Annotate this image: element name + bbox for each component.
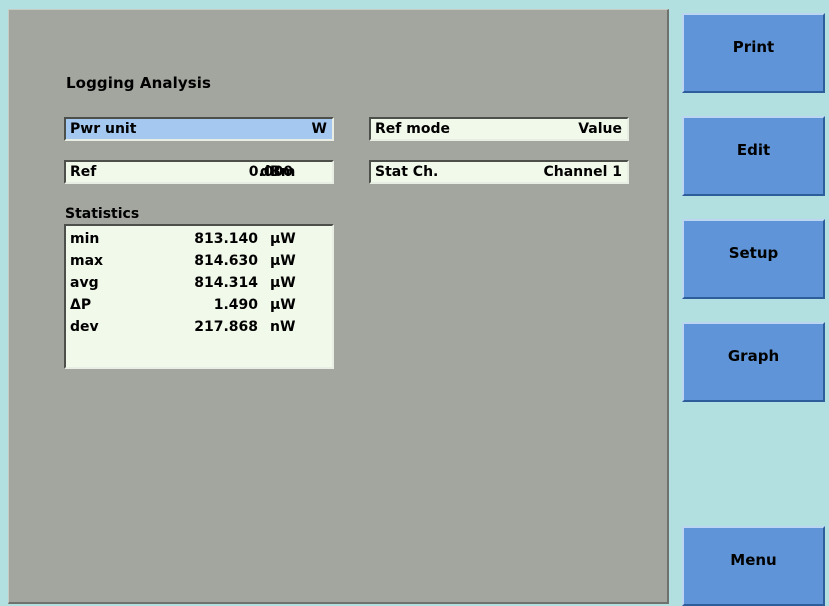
stat-value: 814.314	[194, 275, 258, 291]
statistics-table: min 813.140 µW max 814.630 µW avg 814.31…	[64, 224, 334, 369]
stat-name: dev	[70, 319, 99, 335]
stat-unit: µW	[270, 231, 296, 247]
stat-value: 217.868	[194, 319, 258, 335]
print-button-label: Print	[732, 38, 775, 56]
ref-mode-value: Value	[578, 121, 622, 137]
stat-row-avg: avg 814.314 µW	[66, 272, 332, 294]
stat-ch-label: Stat Ch.	[375, 164, 439, 180]
pwr-unit-label: Pwr unit	[70, 121, 137, 137]
edit-button-label: Edit	[736, 141, 771, 159]
stat-unit: µW	[270, 275, 296, 291]
stat-row-min: min 813.140 µW	[66, 228, 332, 250]
statistics-label: Statistics	[65, 206, 140, 222]
stat-name: avg	[70, 275, 99, 291]
stat-unit: nW	[270, 319, 296, 335]
menu-button[interactable]: Menu	[682, 526, 825, 606]
stat-ch-value: Channel 1	[543, 164, 622, 180]
stat-name: min	[70, 231, 100, 247]
stat-row-delta-p: ΔP 1.490 µW	[66, 294, 332, 316]
setup-button-label: Setup	[728, 244, 779, 262]
ref-unit: dBm	[260, 164, 296, 180]
stat-row-max: max 814.630 µW	[66, 250, 332, 272]
stat-row-dev: dev 217.868 nW	[66, 316, 332, 338]
main-panel: Logging Analysis Pwr unit W Ref mode Val…	[8, 9, 669, 604]
stat-value: 814.630	[194, 253, 258, 269]
ref-mode-field[interactable]: Ref mode Value	[369, 117, 629, 141]
ref-label: Ref	[70, 164, 97, 180]
ref-mode-label: Ref mode	[375, 121, 450, 137]
pwr-unit-field[interactable]: Pwr unit W	[64, 117, 334, 141]
stat-name: ΔP	[70, 297, 92, 313]
stat-value: 1.490	[213, 297, 258, 313]
stat-unit: µW	[270, 253, 296, 269]
stat-name: max	[70, 253, 104, 269]
stat-unit: µW	[270, 297, 296, 313]
stat-ch-field[interactable]: Stat Ch. Channel 1	[369, 160, 629, 184]
edit-button[interactable]: Edit	[682, 116, 825, 196]
print-button[interactable]: Print	[682, 13, 825, 93]
menu-button-label: Menu	[730, 551, 777, 569]
page-title: Logging Analysis	[66, 74, 212, 92]
setup-button[interactable]: Setup	[682, 219, 825, 299]
graph-button-label: Graph	[727, 347, 780, 365]
ref-field[interactable]: Ref 0.000 dBm	[64, 160, 334, 184]
graph-button[interactable]: Graph	[682, 322, 825, 402]
stat-value: 813.140	[194, 231, 258, 247]
pwr-unit-value: W	[311, 121, 327, 137]
